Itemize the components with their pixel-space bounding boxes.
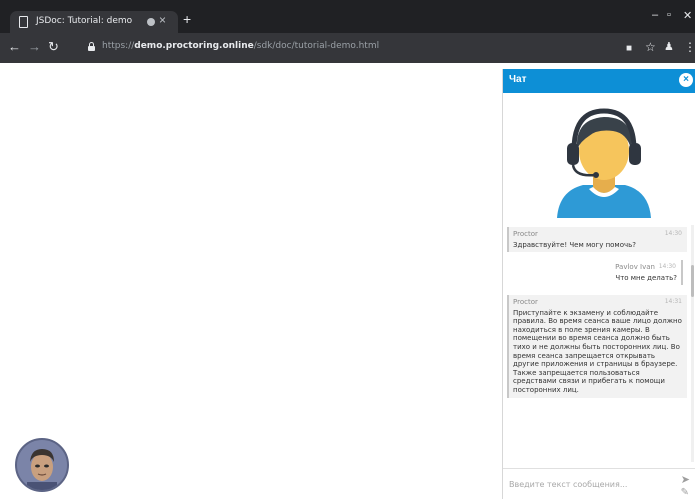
message-text: Здравствуйте! Чем могу помочь? (513, 240, 636, 249)
tab-title: JSDoc: Tutorial: demo (36, 16, 133, 26)
support-agent-icon (557, 108, 651, 218)
browser-tab[interactable]: JSDoc: Tutorial: demo × (10, 11, 178, 33)
browser-toolbar: ← → ↻ https://demo.proctoring.online/sdk… (0, 33, 695, 63)
star-icon[interactable]: ☆ (645, 40, 656, 54)
close-window-icon[interactable]: ✕ (683, 9, 692, 22)
message-text: Что мне делать? (615, 273, 677, 282)
user-avatar-icon (27, 449, 57, 490)
tab-close-button[interactable]: × (159, 13, 166, 27)
attach-icon[interactable]: ✎ (681, 487, 689, 498)
new-tab-button[interactable]: + (183, 12, 191, 26)
maximize-icon[interactable]: ▫ (667, 9, 671, 21)
message-author: Pavlov Ivan (615, 263, 655, 271)
address-bar[interactable]: https://demo.proctoring.online/sdk/doc/t… (84, 37, 620, 58)
message-text: Приступайте к экзамену и соблюдайте прав… (513, 308, 682, 394)
chat-scrollbar[interactable] (691, 225, 694, 462)
url-text: https://demo.proctoring.online/sdk/doc/t… (102, 41, 380, 51)
page-content: Чат × Proctor 14:30 Здравствуйте! Чем мо… (0, 63, 695, 499)
chat-title: Чат (509, 74, 527, 85)
chat-message-outgoing: Pavlov Ivan 14:30 Что мне делать? (543, 260, 683, 286)
webcam-preview[interactable] (15, 438, 69, 492)
extension-icon[interactable]: ♟ (664, 40, 674, 54)
chat-close-button[interactable]: × (679, 73, 693, 87)
message-author: Proctor (513, 230, 538, 238)
chat-panel: Чат × Proctor 14:30 Здравствуйте! Чем мо… (502, 69, 695, 499)
menu-icon[interactable]: ⋮ (684, 40, 695, 54)
minimize-icon[interactable]: – (652, 9, 658, 21)
reload-icon[interactable]: ↻ (48, 40, 59, 54)
message-author: Proctor (513, 298, 538, 306)
page-icon (19, 16, 28, 28)
message-time: 14:30 (658, 263, 676, 270)
back-icon[interactable]: ← (8, 40, 21, 54)
send-icon[interactable]: ➤ (681, 473, 690, 486)
chat-message-incoming: Proctor 14:31 Приступайте к экзамену и с… (507, 295, 687, 398)
message-input[interactable] (509, 473, 669, 495)
chat-header: Чат × (503, 69, 695, 93)
forward-icon[interactable]: → (28, 40, 41, 54)
browser-tab-bar: JSDoc: Tutorial: demo × + – ▫ ✕ (0, 0, 695, 33)
chat-composer: ➤ ✎ (503, 468, 695, 499)
record-icon (147, 18, 155, 26)
chat-scrollbar-thumb[interactable] (691, 265, 694, 297)
chat-message-incoming: Proctor 14:30 Здравствуйте! Чем могу пом… (507, 227, 687, 253)
chat-messages[interactable]: Proctor 14:30 Здравствуйте! Чем могу пом… (503, 225, 695, 462)
message-time: 14:30 (664, 230, 682, 237)
camera-icon[interactable]: ■ (626, 42, 632, 56)
message-time: 14:31 (664, 298, 682, 305)
lock-icon (88, 42, 95, 51)
